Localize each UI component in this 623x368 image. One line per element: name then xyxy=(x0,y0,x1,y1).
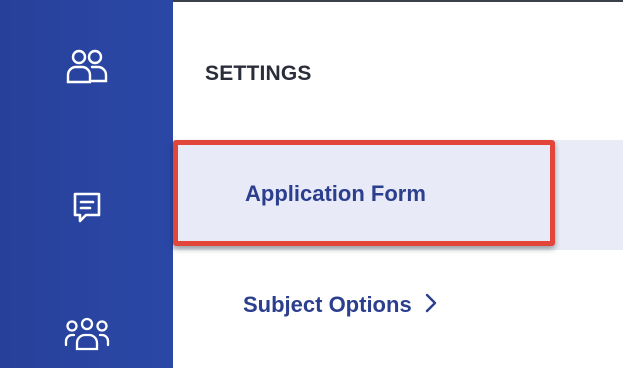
users-icon xyxy=(65,48,109,88)
menu-item-label-application-form[interactable]: Application Form xyxy=(245,181,426,207)
settings-panel: SETTINGS Application Form Subject Option… xyxy=(173,2,623,368)
app-window: SETTINGS Application Form Subject Option… xyxy=(0,0,623,368)
page-title: SETTINGS xyxy=(205,62,312,85)
rail-button-messages[interactable] xyxy=(0,178,173,238)
left-nav-rail xyxy=(0,0,173,368)
group-icon xyxy=(64,315,110,355)
rail-button-users[interactable] xyxy=(0,38,173,98)
message-icon xyxy=(72,191,102,225)
menu-item-label-subject-options: Subject Options xyxy=(243,292,412,317)
rail-button-group[interactable] xyxy=(0,305,173,365)
chevron-right-icon xyxy=(424,292,438,320)
menu-item-subject-options[interactable]: Subject Options xyxy=(243,292,438,320)
